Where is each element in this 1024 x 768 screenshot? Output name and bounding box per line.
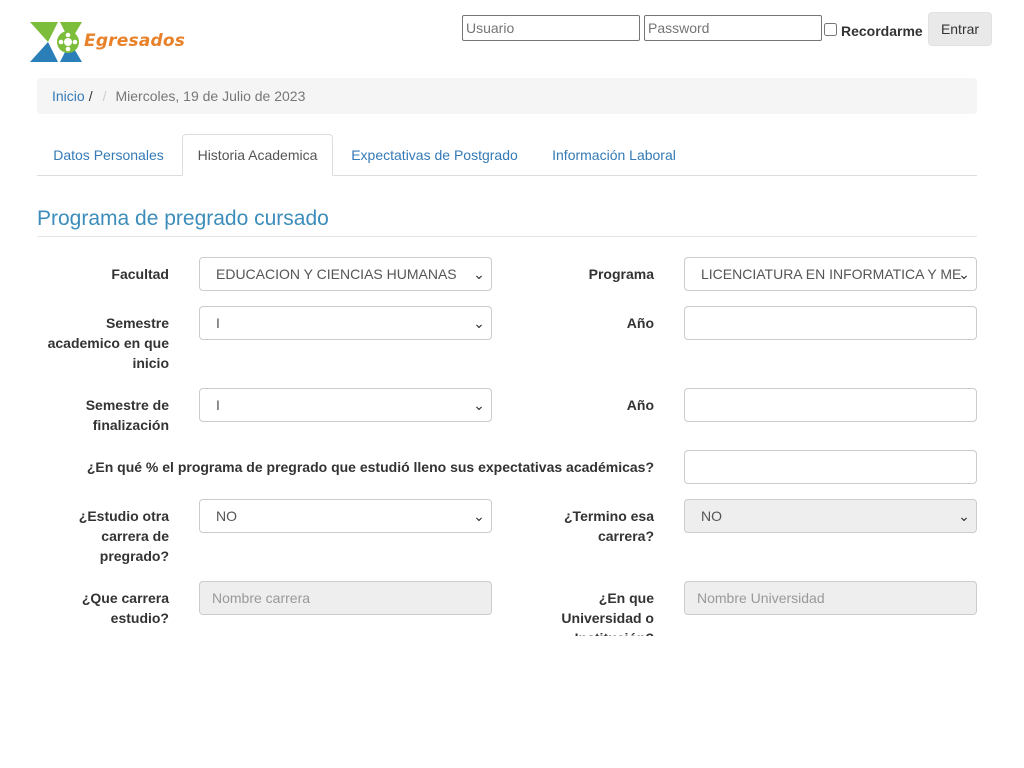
anio-inicio-input[interactable] bbox=[684, 306, 977, 340]
semestre-inicio-label: Semestre academico en que inicio bbox=[40, 313, 169, 373]
termino-label-line-1: ¿Termino esa bbox=[564, 508, 654, 524]
facultad-label: Facultad bbox=[111, 266, 169, 282]
semestre-fin-label-line-1: Semestre de bbox=[85, 397, 169, 413]
universidad-input[interactable]: Nombre Universidad bbox=[684, 581, 977, 615]
semestre-inicio-label-line-3: inicio bbox=[132, 355, 169, 371]
que-carrera-label-line-2: estudio? bbox=[110, 610, 169, 626]
chevron-down-icon: ⌄ bbox=[473, 508, 485, 524]
chevron-down-icon: ⌄ bbox=[958, 508, 970, 524]
anio-fin-label: Año bbox=[626, 397, 654, 413]
chevron-down-icon: ⌄ bbox=[958, 266, 970, 282]
termino-select[interactable]: NO ⌄ bbox=[684, 499, 977, 533]
semestre-fin-label-line-2: finalización bbox=[92, 417, 169, 433]
facultad-value: EDUCACION Y CIENCIAS HUMANAS bbox=[216, 266, 457, 282]
facultad-select[interactable]: EDUCACION Y CIENCIAS HUMANAS ⌄ bbox=[199, 257, 492, 291]
que-carrera-label: ¿Que carrera estudio? bbox=[40, 588, 169, 628]
programa-select[interactable]: LICENCIATURA EN INFORMATICA Y MEDIOS AUD… bbox=[684, 257, 977, 291]
semestre-fin-label: Semestre de finalización bbox=[40, 395, 169, 435]
semestre-inicio-label-line-2: academico en que bbox=[47, 335, 169, 351]
otra-carrera-label: ¿Estudio otra carrera de pregrado? bbox=[40, 506, 169, 566]
semestre-inicio-value: I bbox=[216, 315, 220, 331]
otra-carrera-value: NO bbox=[216, 508, 237, 524]
anio-fin-input[interactable] bbox=[684, 388, 977, 422]
semestre-fin-value: I bbox=[216, 397, 220, 413]
programa-label: Programa bbox=[588, 266, 654, 282]
termino-label-line-2: carrera? bbox=[597, 528, 654, 544]
otra-carrera-label-line-3: pregrado? bbox=[99, 548, 169, 564]
chevron-down-icon: ⌄ bbox=[473, 266, 485, 282]
que-carrera-label-line-1: ¿Que carrera bbox=[81, 590, 169, 606]
form-viewport: Facultad EDUCACION Y CIENCIAS HUMANAS ⌄ … bbox=[0, 0, 1024, 636]
universidad-label-line-3: Institución? bbox=[520, 628, 654, 636]
anio-inicio-label: Año bbox=[626, 315, 654, 331]
expectativas-input[interactable] bbox=[684, 450, 977, 484]
otra-carrera-label-line-1: ¿Estudio otra bbox=[78, 508, 169, 524]
termino-value: NO bbox=[701, 508, 722, 524]
expectativas-label: ¿En qué % el programa de pregrado que es… bbox=[86, 459, 654, 475]
universidad-label-line-2: Universidad o bbox=[561, 610, 654, 626]
chevron-down-icon: ⌄ bbox=[473, 397, 485, 413]
universidad-label-line-1: ¿En que bbox=[598, 590, 654, 606]
chevron-down-icon: ⌄ bbox=[473, 315, 485, 331]
universidad-label: ¿En que Universidad o Institución? bbox=[520, 588, 654, 636]
termino-label: ¿Termino esa carrera? bbox=[520, 506, 654, 546]
otra-carrera-select[interactable]: NO ⌄ bbox=[199, 499, 492, 533]
semestre-inicio-select[interactable]: I ⌄ bbox=[199, 306, 492, 340]
otra-carrera-label-line-2: carrera de bbox=[101, 528, 169, 544]
semestre-inicio-label-line-1: Semestre bbox=[105, 315, 169, 331]
programa-value: LICENCIATURA EN INFORMATICA Y MEDIOS AUD… bbox=[701, 266, 962, 282]
que-carrera-input[interactable]: Nombre carrera bbox=[199, 581, 492, 615]
semestre-fin-select[interactable]: I ⌄ bbox=[199, 388, 492, 422]
